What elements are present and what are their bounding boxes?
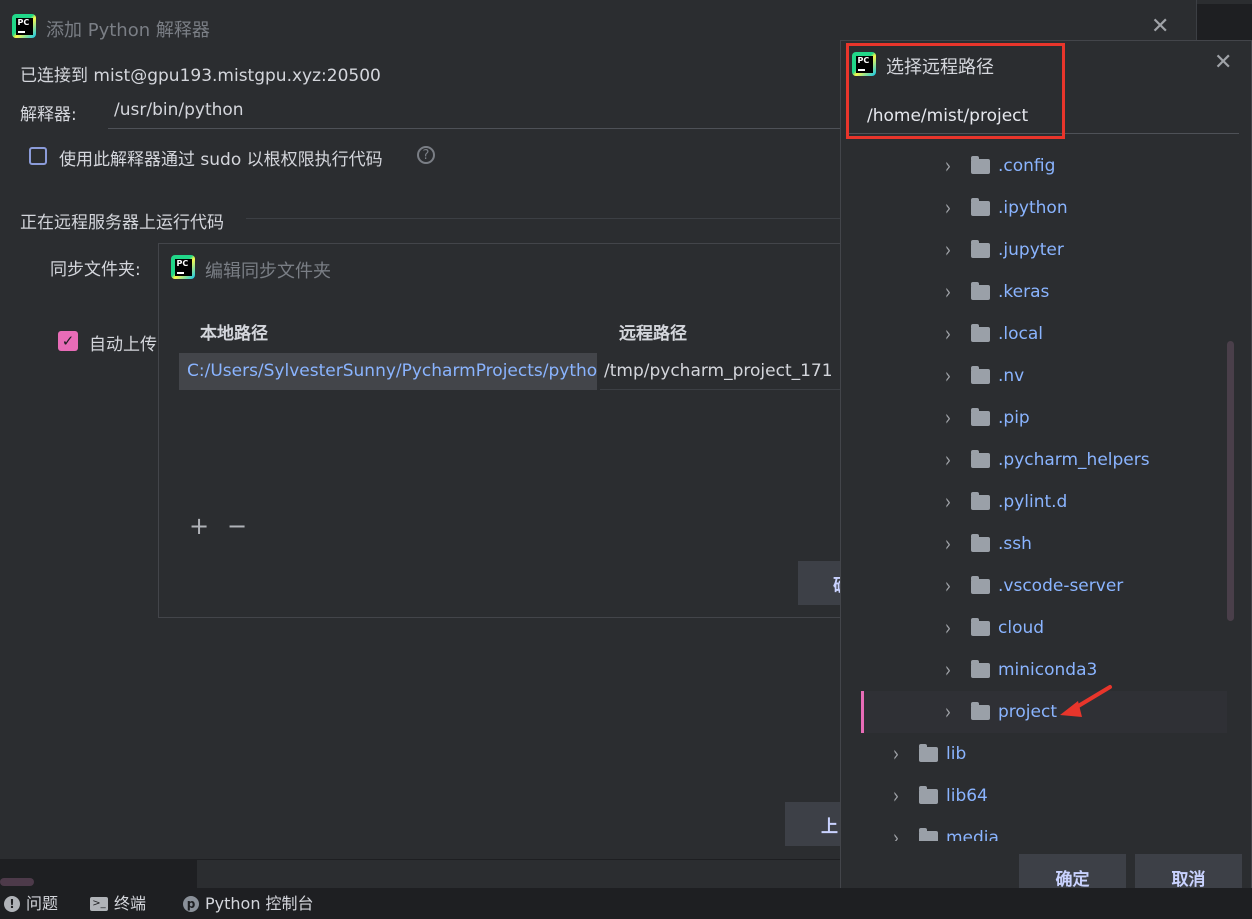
folder-icon [971, 701, 990, 720]
pycharm-logo-icon: PC [171, 255, 195, 279]
folder-icon [919, 743, 938, 762]
annotation-arrow-icon [1060, 685, 1112, 717]
tree-item-label: media [946, 828, 999, 841]
chevron-right-icon[interactable]: › [893, 809, 907, 841]
edit-sync-folders-dialog: PC 编辑同步文件夹 本地路径 远程路径 C:/Users/SylvesterS… [158, 243, 850, 618]
tree-item-label: .ipython [998, 198, 1068, 218]
folder-icon [971, 197, 990, 216]
folder-icon [971, 449, 990, 468]
folder-icon [971, 155, 990, 174]
section-divider [246, 218, 846, 219]
terminal-tab[interactable]: >_ 终端 [90, 888, 146, 919]
background-panel [197, 860, 842, 888]
folder-icon [971, 533, 990, 552]
tree-item[interactable]: › .keras [945, 271, 1049, 313]
tree-item[interactable]: › .pycharm_helpers [945, 439, 1150, 481]
folder-icon [919, 827, 938, 841]
tree-item[interactable]: › media [893, 817, 999, 841]
problems-icon: ! [4, 895, 20, 912]
previous-button-label: 上 [821, 816, 838, 837]
auto-upload-checkbox[interactable]: ✓ [58, 331, 78, 351]
choose-remote-path-dialog: PC 选择远程路径 ✕ /home/mist/project › .config … [840, 40, 1252, 911]
auto-upload-label: 自动上传 [89, 335, 157, 355]
tree-item-label: .config [998, 156, 1056, 176]
problems-tab[interactable]: ! 问题 [4, 888, 58, 919]
add-icon[interactable]: + [189, 514, 209, 538]
tree-item[interactable]: › lib64 [893, 775, 988, 817]
table-row[interactable]: C:/Users/SylvesterSunny/PycharmProjects/… [179, 353, 850, 391]
close-icon[interactable]: ✕ [1214, 52, 1232, 74]
folder-icon [971, 575, 990, 594]
sync-folder-label: 同步文件夹: [50, 260, 141, 280]
tree-item[interactable]: › .jupyter [945, 229, 1064, 271]
interpreter-label: 解释器: [20, 105, 77, 125]
sudo-checkbox[interactable] [29, 147, 47, 165]
remote-file-tree[interactable]: › .config › .ipython › .jupyter › .keras › .l… [845, 141, 1241, 841]
folder-icon [971, 407, 990, 426]
tree-item-label: project [998, 702, 1058, 722]
column-header-remote[interactable]: 远程路径 [619, 319, 687, 344]
tree-item-label: .keras [998, 282, 1050, 302]
tree-item[interactable]: › .ipython [945, 187, 1068, 229]
problems-label: 问题 [26, 894, 59, 913]
interpreter-value: /usr/bin/python [114, 100, 244, 120]
python-console-tab[interactable]: p Python 控制台 [183, 888, 314, 919]
folder-icon [971, 617, 990, 636]
sync-dialog-title: 编辑同步文件夹 [205, 261, 331, 282]
local-path-cell[interactable]: C:/Users/SylvesterSunny/PycharmProjects/… [179, 353, 597, 390]
terminal-icon: >_ [90, 896, 108, 911]
terminal-label: 终端 [114, 894, 147, 913]
connected-text: 已连接到 mist@gpu193.mistgpu.xyz:20500 [20, 66, 381, 86]
tree-item-label: lib [946, 744, 967, 764]
vertical-scrollbar[interactable] [1227, 341, 1234, 621]
folder-icon [971, 323, 990, 342]
tree-item-label: .ssh [998, 534, 1032, 554]
folder-icon [971, 659, 990, 678]
interpreter-field[interactable]: /usr/bin/python [108, 96, 848, 129]
tree-item-label: lib64 [946, 786, 988, 806]
tree-item-label: .pycharm_helpers [998, 450, 1150, 470]
tree-item-label: .vscode-server [998, 576, 1124, 596]
previous-button[interactable]: 上 [785, 802, 845, 846]
tree-item-label: .nv [998, 366, 1025, 386]
dialog-title: 添加 Python 解释器 [46, 20, 210, 41]
help-icon[interactable]: ? [417, 146, 435, 164]
tree-item[interactable]: › .config [945, 145, 1055, 187]
tree-item[interactable]: › .local [945, 313, 1043, 355]
column-header-local[interactable]: 本地路径 [200, 319, 268, 344]
tree-item-label: cloud [998, 618, 1045, 638]
annotation-highlight-box [846, 43, 1065, 139]
tree-item[interactable]: › cloud [945, 607, 1044, 649]
tree-item[interactable]: › project [945, 691, 1057, 733]
folder-icon [919, 785, 938, 804]
remote-path-cell[interactable]: /tmp/pycharm_project_171 [600, 353, 850, 390]
tree-item-label: .jupyter [998, 240, 1064, 260]
pycharm-logo-icon: PC [12, 14, 36, 38]
close-icon[interactable]: ✕ [1151, 16, 1169, 38]
tree-item-label: .pylint.d [998, 492, 1068, 512]
python-console-label: Python 控制台 [205, 894, 314, 913]
python-icon: p [183, 895, 199, 912]
folder-icon [971, 491, 990, 510]
tree-item[interactable]: › .pylint.d [945, 481, 1067, 523]
status-bar: ! 问题 >_ 终端 p Python 控制台 [0, 888, 1252, 919]
sudo-checkbox-label: 使用此解释器通过 sudo 以根权限执行代码 [59, 150, 383, 170]
folder-icon [971, 281, 990, 300]
tree-item[interactable]: › .vscode-server [945, 565, 1123, 607]
section-title: 正在远程服务器上运行代码 [20, 213, 224, 233]
tree-item-label: .local [998, 324, 1044, 344]
tree-item-label: .pip [998, 408, 1030, 428]
remove-icon[interactable]: − [227, 514, 247, 538]
selection-indicator [861, 691, 864, 733]
folder-icon [971, 365, 990, 384]
folder-icon [971, 239, 990, 258]
horizontal-scrollbar[interactable] [0, 878, 34, 886]
